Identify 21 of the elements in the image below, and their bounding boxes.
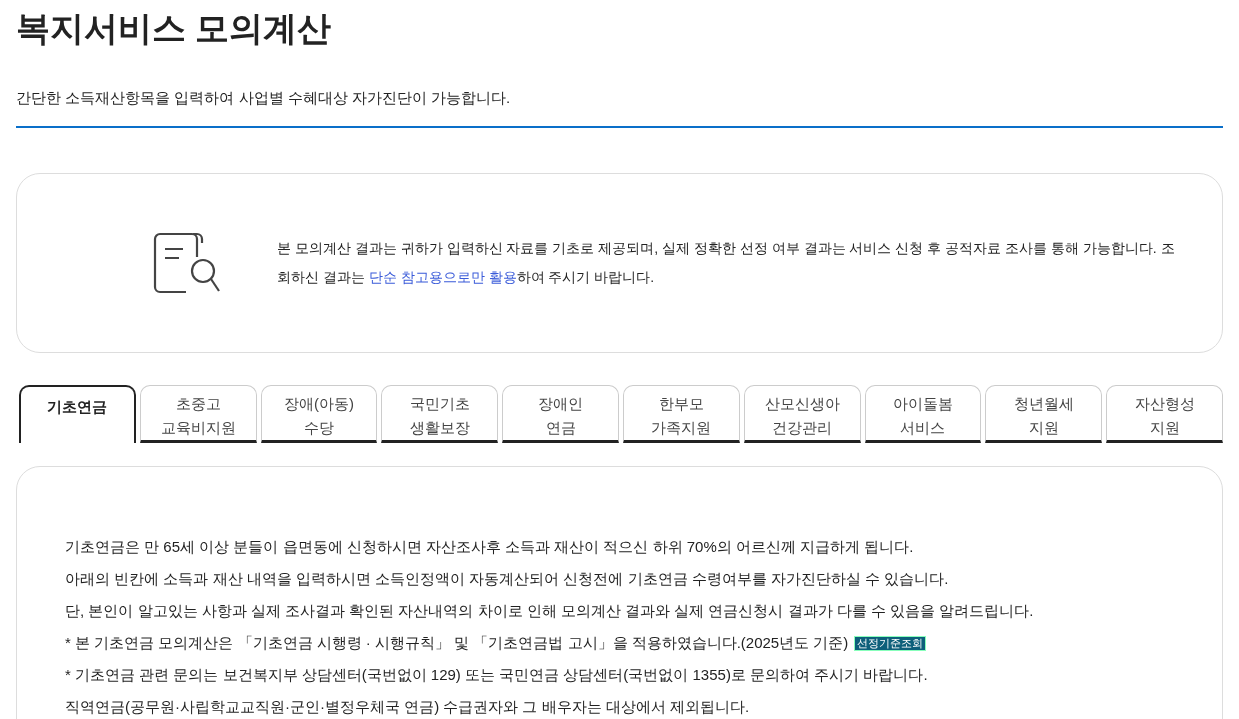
tab[interactable]: 기초연금 (19, 385, 136, 443)
criteria-button[interactable]: 선정기준조회 (854, 635, 927, 651)
tab[interactable]: 초중고 교육비지원 (139, 385, 257, 443)
tab[interactable]: 아이돌봄 서비스 (864, 385, 982, 443)
info-text: 단, 본인이 알고있는 사항과 실제 조사결과 확인된 자산내역의 차이로 인해 모의계산 결과와 실제 연금신청시 결과가 다를 수 있음을 알려드립니다. (65, 601, 1034, 621)
info-text: 기초연금은 만 65세 이상 분들이 읍면동에 신청하시면 자산조사후 소득과 재산이 적으신 하위 70%의 어르신께 지급하게 됩니다. (65, 537, 914, 557)
tab[interactable]: 장애인 연금 (502, 385, 619, 443)
info-text: 아래의 빈칸에 소득과 재산 내역을 입력하시면 소득인정액이 자동계산되어 신청전에 기초연금 수령여부를 자가진단하실 수 있습니다. (65, 569, 949, 589)
notice-text: 본 모의계산 결과는 귀하가 입력하신 자료를 기초로 제공되며, 실제 정확한 선정 여부 결과는 서비스 신청 후 공적자료 조사를 통해 가능합니다. 조회하신 결과는 단순 참고용으로만 활용하여 주시기 바랍니다. (277, 239, 1176, 287)
document-search-icon (153, 231, 223, 295)
info-text: 직역연금(공무원·사립학교교직원·군인·별정우체국 연금) 수급권자와 그 배우자는 대상에서 제외됩니다. (65, 697, 750, 717)
page-subtitle: 간단한 소득재산항목을 입력하여 사업별 수혜대상 자가진단이 가능합니다. (16, 88, 512, 108)
page-title: 복지서비스 모의계산 (16, 8, 333, 49)
tab[interactable]: 한부모 가족지원 (623, 385, 740, 443)
tab[interactable]: 국민기초 생활보장 (381, 385, 499, 443)
tab[interactable]: 청년월세 지원 (985, 385, 1103, 443)
tab[interactable]: 장애(아동) 수당 (260, 385, 378, 443)
tab[interactable]: 자산형성 지원 (1106, 385, 1223, 443)
tab[interactable]: 산모신생아 건강관리 (743, 385, 861, 443)
info-text: * 기초연금 관련 문의는 보건복지부 상담센터(국번없이 129) 또는 국민연금 상담센터(국번없이 1355)로 문의하여 주시기 바랍니다. (65, 665, 928, 685)
info-text: * 본 기초연금 모의계산은 「기초연금 시행령 · 시행규칙」 및 「기초연금법 고시」을 적용하였습니다.(2025년도 기준) (65, 633, 849, 653)
